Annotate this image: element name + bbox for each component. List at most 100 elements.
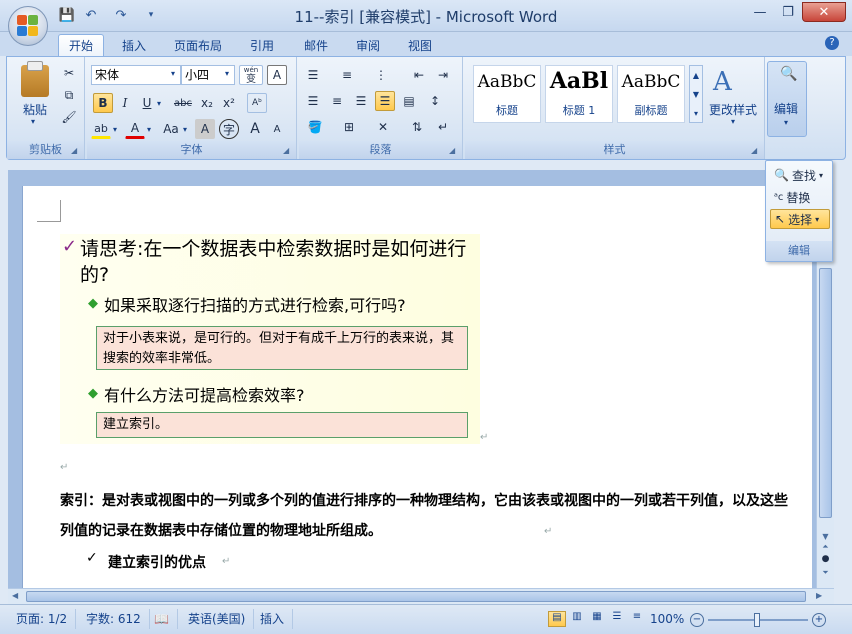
clipboard-launcher-icon[interactable]: ◢ <box>71 146 81 156</box>
align-center-icon[interactable]: ≡ <box>327 91 347 111</box>
change-styles-chevron-down-icon[interactable]: ▾ <box>731 117 735 126</box>
next-page-icon[interactable]: ⏷ <box>819 568 832 578</box>
horizontal-scrollbar[interactable]: ◀ ▶ <box>8 588 834 604</box>
zoom-slider-thumb[interactable] <box>754 613 760 627</box>
show-marks-icon[interactable]: ↵ <box>433 117 453 137</box>
insert-mode-indicator[interactable]: 插入 <box>252 609 294 629</box>
change-styles-icon[interactable]: A <box>713 67 732 97</box>
align-left-icon[interactable]: ☰ <box>303 91 323 111</box>
tab-page-layout[interactable]: 页面布局 <box>164 34 232 56</box>
clear-formatting-icon[interactable]: Aᵇ <box>247 93 267 113</box>
font-name-field[interactable]: 宋体 <box>91 65 181 85</box>
paste-chevron-down-icon[interactable]: ▾ <box>31 117 35 126</box>
style-subtitle[interactable]: AaBbC 副标题 <box>617 65 685 123</box>
scroll-left-icon[interactable]: ◀ <box>12 591 18 600</box>
font-color-button[interactable]: A <box>125 119 145 139</box>
strikethrough-button[interactable]: abc <box>169 93 197 113</box>
horizontal-scroll-thumb[interactable] <box>26 591 806 602</box>
previous-page-icon[interactable]: ⏶ <box>819 542 832 552</box>
highlight-chevron-down-icon[interactable]: ▾ <box>113 125 117 134</box>
distributed-icon[interactable]: ▤ <box>399 91 419 111</box>
minimize-button[interactable]: — <box>746 2 774 22</box>
tab-view[interactable]: 视图 <box>398 34 442 56</box>
character-shading-button[interactable]: A <box>195 119 215 139</box>
page-count[interactable]: 页面: 1/2 <box>8 609 77 629</box>
style-title[interactable]: AaBbC 标题 <box>473 65 541 123</box>
paste-button-label[interactable]: 粘贴 <box>15 101 55 118</box>
zoom-in-icon[interactable]: + <box>812 613 826 627</box>
replace-menu-item[interactable]: ᵃc 替换 <box>770 187 830 207</box>
help-icon[interactable]: ? <box>825 36 839 50</box>
superscript-button[interactable]: x² <box>219 93 239 113</box>
font-launcher-icon[interactable]: ◢ <box>283 146 293 156</box>
select-label: 选择 <box>788 212 813 227</box>
proofing-icon[interactable]: 📖 <box>146 609 178 629</box>
web-layout-icon[interactable]: ▦ <box>588 611 606 627</box>
line-spacing-icon[interactable]: ↕ <box>425 91 445 111</box>
format-painter-icon[interactable]: 🖌 <box>59 107 79 127</box>
paragraph-group: ☰ ≡ ⋮ ⇤ ⇥ ☰ ≡ ☰ ☰ ▤ ↕ 🪣 ⊞ ✕ ⇅ ↵ 段落 ◢ <box>299 57 463 159</box>
bullets-icon[interactable]: ☰ <box>303 65 323 85</box>
select-menu-item[interactable]: ↖ 选择 ▾ <box>770 209 830 229</box>
tab-home[interactable]: 开始 <box>58 34 105 56</box>
restore-button[interactable]: ❐ <box>774 2 802 22</box>
increase-indent-icon[interactable]: ⇥ <box>433 65 453 85</box>
underline-chevron-down-icon[interactable]: ▾ <box>157 99 161 108</box>
ribbon: 粘贴 ▾ ✂ ⧉ 🖌 剪贴板 ◢ 宋体 ▾ 小四 ▾ wén 变 A B I U … <box>6 56 846 160</box>
phonetic-guide-button[interactable]: wén 变 <box>239 65 263 85</box>
paragraph-launcher-icon[interactable]: ◢ <box>449 146 459 156</box>
font-size-chevron-down-icon[interactable]: ▾ <box>225 69 229 78</box>
align-right-icon[interactable]: ☰ <box>351 91 371 111</box>
tab-review[interactable]: 审阅 <box>346 34 390 56</box>
edit-button-label: 编辑 <box>774 102 799 116</box>
highlight-button[interactable]: ab <box>91 119 111 139</box>
language-indicator[interactable]: 英语(美国) <box>180 609 255 629</box>
grow-font-button[interactable]: A <box>245 119 265 139</box>
edit-dropdown-menu: 🔍 查找 ▾ ᵃc 替换 ↖ 选择 ▾ 编辑 <box>765 160 833 262</box>
tab-mailings[interactable]: 邮件 <box>294 34 338 56</box>
chinese-layout-icon[interactable]: ✕ <box>373 117 393 137</box>
multilevel-list-icon[interactable]: ⋮ <box>371 65 391 85</box>
tab-insert[interactable]: 插入 <box>112 34 156 56</box>
word-count[interactable]: 字数: 612 <box>78 609 150 629</box>
browse-object-icon[interactable]: ● <box>819 554 832 564</box>
outline-view-icon[interactable]: ☰ <box>608 611 626 627</box>
enclosed-characters-button[interactable]: 字 <box>219 119 239 139</box>
edit-button[interactable]: 🔍 编辑 ▾ <box>767 61 807 137</box>
styles-scroll[interactable]: ▲ ▼ ▾ <box>689 65 703 123</box>
bold-button[interactable]: B <box>93 93 113 113</box>
edit-group-label: 编辑 <box>766 241 832 261</box>
shading-icon[interactable]: 🪣 <box>305 117 325 137</box>
underline-button[interactable]: U <box>137 93 157 113</box>
borders-icon[interactable]: ⊞ <box>339 117 359 137</box>
office-button[interactable] <box>8 6 48 46</box>
numbering-icon[interactable]: ≡ <box>337 65 357 85</box>
tab-references[interactable]: 引用 <box>240 34 284 56</box>
decrease-indent-icon[interactable]: ⇤ <box>409 65 429 85</box>
italic-button[interactable]: I <box>115 93 135 113</box>
change-styles-button[interactable]: 更改样式 <box>709 101 757 118</box>
find-menu-item[interactable]: 🔍 查找 ▾ <box>770 165 830 185</box>
font-name-chevron-down-icon[interactable]: ▾ <box>171 69 175 78</box>
copy-icon[interactable]: ⧉ <box>59 85 79 105</box>
zoom-out-icon[interactable]: − <box>690 613 704 627</box>
subscript-button[interactable]: x₂ <box>197 93 217 113</box>
shrink-font-button[interactable]: A <box>267 119 287 139</box>
change-case-button[interactable]: Aa <box>159 119 183 139</box>
close-button[interactable]: ✕ <box>802 2 846 22</box>
full-screen-reading-icon[interactable]: ▥ <box>568 611 586 627</box>
change-case-chevron-down-icon[interactable]: ▾ <box>183 125 187 134</box>
sort-icon[interactable]: ⇅ <box>407 117 427 137</box>
justify-icon[interactable]: ☰ <box>375 91 395 111</box>
zoom-level[interactable]: 100% <box>650 609 684 629</box>
style-heading-1[interactable]: AaBl 标题 1 <box>545 65 613 123</box>
character-border-button[interactable]: A <box>267 65 287 85</box>
styles-launcher-icon[interactable]: ◢ <box>751 146 761 156</box>
cut-icon[interactable]: ✂ <box>59 63 79 83</box>
font-color-chevron-down-icon[interactable]: ▾ <box>147 125 151 134</box>
draft-view-icon[interactable]: ≡ <box>628 611 646 627</box>
paragraph-group-label: 段落 <box>299 141 462 159</box>
vertical-scroll-thumb[interactable] <box>819 268 832 518</box>
print-layout-view-icon[interactable]: ▤ <box>548 611 566 627</box>
scroll-right-icon[interactable]: ▶ <box>816 591 822 600</box>
